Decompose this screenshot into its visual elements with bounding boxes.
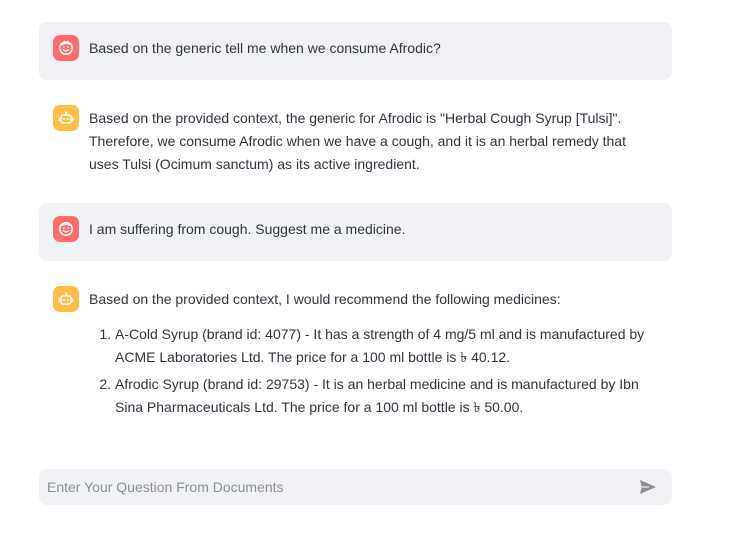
question-input[interactable] xyxy=(47,479,638,495)
list-item: Afrodic Syrup (brand id: 29753) - It is … xyxy=(115,373,658,419)
smiley-face-icon xyxy=(59,222,73,236)
assistant-avatar xyxy=(53,286,79,312)
list-item: A-Cold Syrup (brand id: 4077) - It has a… xyxy=(115,323,658,369)
chat-message-assistant: Based on the provided context, the gener… xyxy=(39,92,672,191)
message-paragraph: Based on the generic tell me when we con… xyxy=(89,40,441,56)
chat-message-assistant: Based on the provided context, I would r… xyxy=(39,273,672,438)
message-paragraph: Based on the provided context, I would r… xyxy=(89,291,561,307)
message-paragraph: Based on the provided context, the gener… xyxy=(89,110,626,172)
message-text: Based on the generic tell me when we con… xyxy=(89,37,658,60)
robot-icon xyxy=(58,292,74,305)
robot-icon xyxy=(58,111,74,124)
smiley-face-icon xyxy=(59,41,73,55)
chat-message-user: I am suffering from cough. Suggest me a … xyxy=(39,203,672,261)
send-button[interactable] xyxy=(638,477,658,497)
user-avatar xyxy=(53,216,79,242)
send-icon xyxy=(640,480,656,494)
chat-container: Based on the generic tell me when we con… xyxy=(39,22,672,438)
message-text: Based on the provided context, the gener… xyxy=(89,107,658,176)
chat-input-bar xyxy=(39,469,672,505)
user-avatar xyxy=(53,35,79,61)
message-text: I am suffering from cough. Suggest me a … xyxy=(89,218,658,241)
assistant-avatar xyxy=(53,105,79,131)
message-text: Based on the provided context, I would r… xyxy=(89,288,658,423)
chat-message-user: Based on the generic tell me when we con… xyxy=(39,22,672,80)
message-paragraph: I am suffering from cough. Suggest me a … xyxy=(89,221,406,237)
medicine-list: A-Cold Syrup (brand id: 4077) - It has a… xyxy=(89,323,658,419)
